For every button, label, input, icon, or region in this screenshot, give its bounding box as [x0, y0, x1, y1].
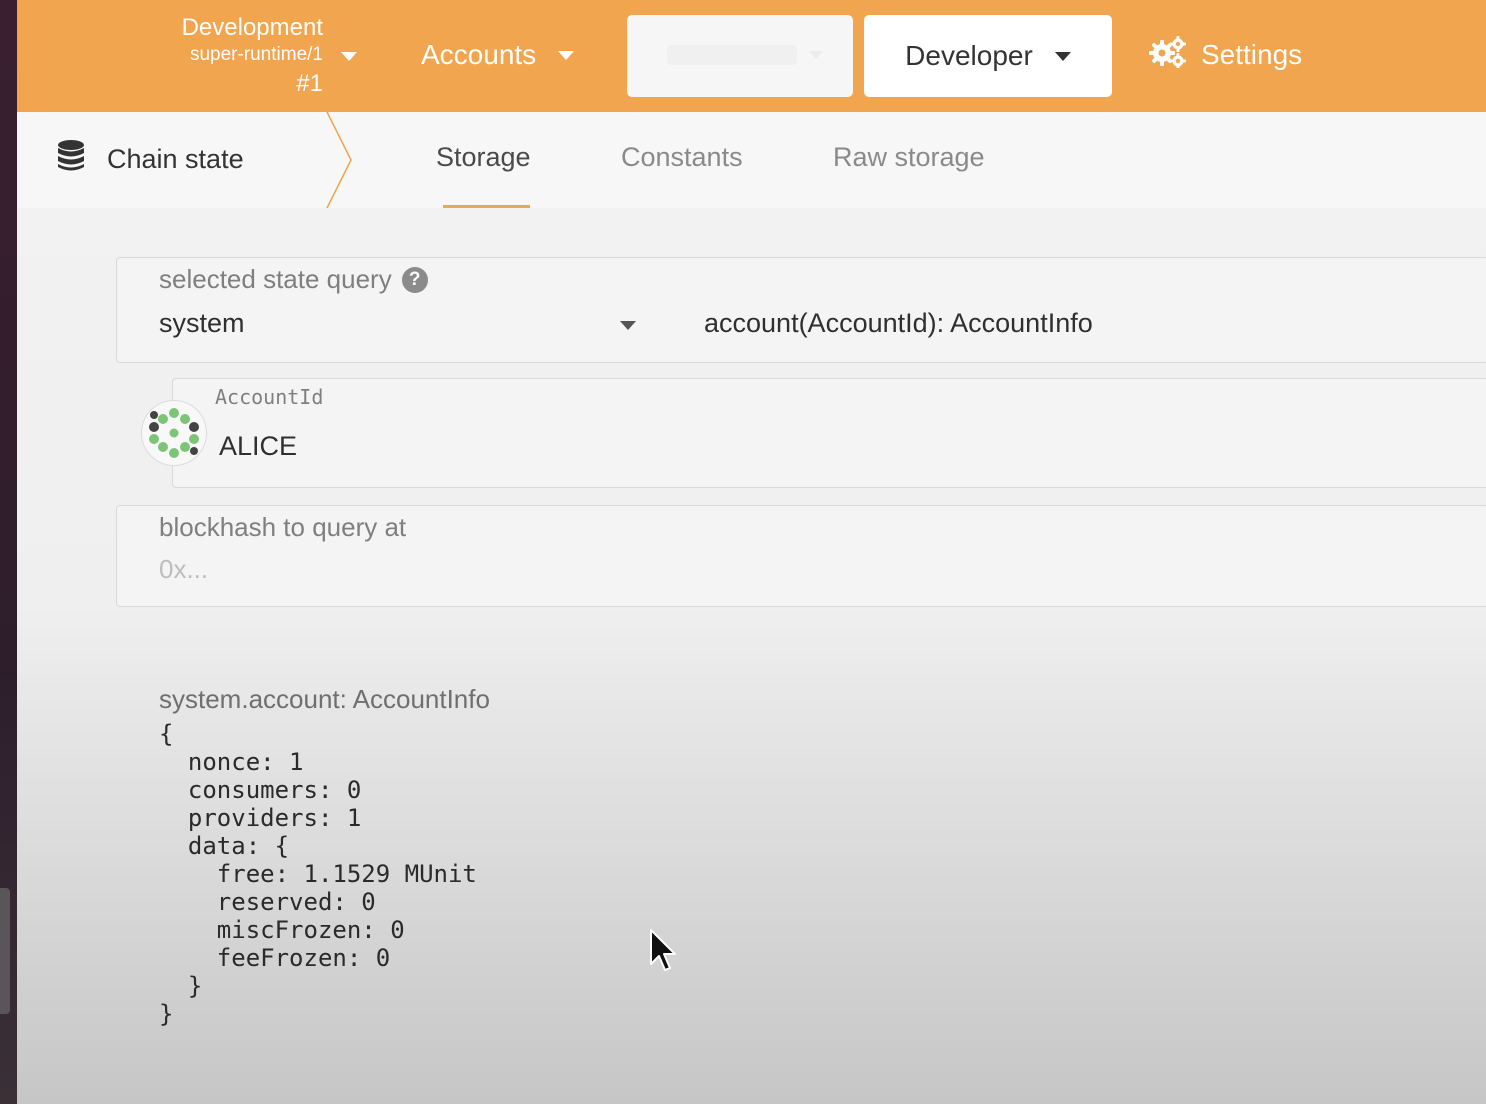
- network-menu-label: [667, 45, 797, 65]
- settings-menu-label: Settings: [1201, 39, 1303, 70]
- accounts-menu-label: Accounts: [421, 39, 537, 70]
- app-window: Development super-runtime/1 #1 Accounts …: [17, 0, 1486, 1104]
- sub-navbar: Chain state Storage Constants Raw storag…: [17, 112, 1486, 208]
- blockhash-label: blockhash to query at: [159, 512, 407, 542]
- developer-menu-label: Developer: [905, 40, 1033, 71]
- chevron-down-icon[interactable]: [620, 321, 636, 330]
- window-edge: [0, 0, 17, 1104]
- result-line: reserved: 0: [159, 888, 376, 916]
- result-line: }: [159, 972, 203, 1000]
- top-navbar: Development super-runtime/1 #1 Accounts …: [17, 0, 1486, 112]
- active-tab-indicator: [443, 205, 530, 208]
- query-result-output: { nonce: 1 consumers: 0 providers: 1 dat…: [159, 720, 477, 1028]
- window-scroll-thumb[interactable]: [0, 888, 10, 1014]
- section-title: Chain state: [57, 140, 244, 179]
- query-method-dropdown[interactable]: account(AccountId): AccountInfo: [704, 308, 1093, 339]
- help-icon[interactable]: ?: [401, 266, 428, 293]
- developer-menu[interactable]: Developer: [864, 15, 1112, 97]
- tab-storage[interactable]: Storage: [436, 142, 531, 173]
- tab-constants[interactable]: Constants: [621, 142, 743, 173]
- account-id-input[interactable]: AccountId ALICE: [172, 378, 1486, 488]
- account-id-value[interactable]: ALICE: [219, 431, 297, 462]
- result-line: providers: 1: [159, 804, 362, 832]
- chain-name: Development: [181, 14, 323, 41]
- gears-icon: [1149, 35, 1187, 75]
- chain-block-number: #1: [296, 70, 323, 97]
- query-section-dropdown[interactable]: system: [159, 308, 245, 339]
- chevron-down-icon: [809, 51, 823, 59]
- mouse-cursor-icon: [650, 929, 676, 971]
- result-line: data: {: [159, 832, 290, 860]
- blockhash-placeholder[interactable]: 0x...: [159, 554, 208, 585]
- chain-selector[interactable]: Development super-runtime/1 #1: [127, 12, 357, 102]
- network-menu[interactable]: [627, 15, 853, 97]
- database-icon: [57, 140, 85, 179]
- result-line: feeFrozen: 0: [159, 944, 391, 972]
- query-result-label: system.account: AccountInfo: [159, 684, 490, 714]
- account-id-label: AccountId: [215, 385, 324, 409]
- chevron-down-icon: [341, 52, 357, 61]
- state-query-selector: selected state query ? system account(Ac…: [116, 257, 1486, 363]
- chevron-down-icon: [558, 50, 575, 60]
- result-line: miscFrozen: 0: [159, 916, 405, 944]
- chevron-down-icon: [1054, 51, 1071, 61]
- result-line: nonce: 1: [159, 748, 304, 776]
- result-line: {: [159, 720, 174, 748]
- tab-raw-storage[interactable]: Raw storage: [833, 142, 985, 173]
- breadcrumb-separator: [326, 112, 352, 208]
- section-title-label: Chain state: [107, 144, 244, 174]
- result-line: consumers: 0: [159, 776, 362, 804]
- settings-menu[interactable]: Settings: [1149, 30, 1302, 80]
- state-query-label: selected state query: [159, 264, 392, 294]
- result-line: }: [159, 1000, 174, 1028]
- state-query-label-row: selected state query ?: [159, 264, 428, 295]
- account-identicon: [141, 400, 207, 466]
- blockhash-input[interactable]: blockhash to query at 0x...: [116, 505, 1486, 607]
- result-line: free: 1.1529 MUnit: [159, 860, 477, 888]
- chain-runtime: super-runtime/1: [189, 44, 323, 65]
- accounts-menu[interactable]: Accounts: [421, 30, 575, 80]
